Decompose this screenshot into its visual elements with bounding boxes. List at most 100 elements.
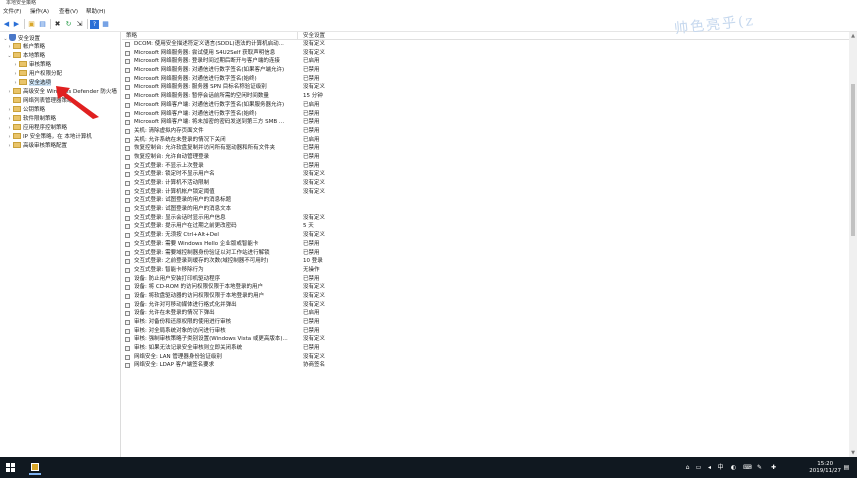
table-row[interactable]: 交互式登录: 计算机不活动限制 没有定义 bbox=[122, 179, 849, 188]
tree-item-audit-policy[interactable]: › 审核策略 bbox=[12, 61, 51, 69]
export-list-icon[interactable]: ⇲ bbox=[75, 20, 84, 29]
table-row[interactable]: 交互式登录: 计算机帐户锁定阈值 没有定义 bbox=[122, 188, 849, 197]
battery-icon[interactable]: ▭ bbox=[695, 464, 702, 471]
table-row[interactable]: Microsoft 网络服务器: 对通信进行数字签名(始终) 已禁用 bbox=[122, 75, 849, 84]
expand-icon[interactable]: › bbox=[12, 79, 19, 87]
back-arrow-icon[interactable]: ◀ bbox=[2, 20, 11, 29]
table-row[interactable]: 网络安全: LDAP 客户端签名要求 协商签名 bbox=[122, 361, 849, 370]
table-row[interactable]: Microsoft 网络服务器: 服务器 SPN 目标名称验证级别 没有定义 bbox=[122, 83, 849, 92]
table-row[interactable]: 审核: 如果无法记录安全审核则立即关闭系统 已禁用 bbox=[122, 344, 849, 353]
table-row[interactable]: 交互式登录: 无须按 Ctrl+Alt+Del 没有定义 bbox=[122, 231, 849, 240]
taskbar-app-local-security-policy[interactable] bbox=[29, 460, 41, 475]
table-row[interactable]: 交互式登录: 之前登录到缓存的次数(域控制器不可用时) 10 登录 bbox=[122, 257, 849, 266]
column-divider[interactable] bbox=[297, 32, 298, 40]
table-row[interactable]: 审核: 对备份和还原权限的使用进行审核 已禁用 bbox=[122, 318, 849, 327]
policy-name: 审核: 对备份和还原权限的使用进行审核 bbox=[134, 319, 232, 325]
table-row[interactable]: 交互式登录: 智能卡移除行为 无操作 bbox=[122, 266, 849, 275]
table-row[interactable]: Microsoft 网络服务器: 登录时间过期后断开与客户端的连接 已启用 bbox=[122, 57, 849, 66]
table-row[interactable]: 关机: 清除虚拟内存页面文件 已禁用 bbox=[122, 127, 849, 136]
collapse-icon[interactable]: ⌄ bbox=[6, 52, 13, 60]
scroll-down-icon[interactable]: ▼ bbox=[849, 450, 857, 456]
start-button[interactable] bbox=[6, 463, 16, 473]
table-row[interactable]: Microsoft 网络客户端: 对通信进行数字签名(如果服务器允许) 已启用 bbox=[122, 101, 849, 110]
expand-icon[interactable]: › bbox=[6, 142, 13, 150]
tree-item-local-policies[interactable]: ⌄ 本地策略 bbox=[6, 52, 45, 60]
table-row[interactable]: 恢复控制台: 允许自动管理登录 已禁用 bbox=[122, 153, 849, 162]
ime-icon[interactable]: 中 bbox=[717, 464, 724, 471]
language-icon[interactable]: ◐ bbox=[730, 464, 737, 471]
expand-icon[interactable]: › bbox=[6, 124, 13, 132]
tree-item-ip-security[interactable]: › IP 安全策略，在 本地计算机 bbox=[6, 133, 92, 141]
table-row[interactable]: Microsoft 网络服务器: 对通信进行数字签名(如果客户端允许) 已禁用 bbox=[122, 66, 849, 75]
volume-icon[interactable]: ◂ bbox=[706, 464, 713, 471]
tree-item-software-restriction[interactable]: › 软件限制策略 bbox=[6, 115, 56, 123]
forward-arrow-icon[interactable]: ▶ bbox=[12, 20, 21, 29]
table-row[interactable]: Microsoft 网络客户端: 将未加密的密码发送到第三方 SMB ... 已禁… bbox=[122, 118, 849, 127]
scrollbar-thumb[interactable] bbox=[851, 84, 855, 236]
table-row[interactable]: 交互式登录: 试图登录的用户的消息文本 bbox=[122, 205, 849, 214]
table-row[interactable]: 交互式登录: 需要域控制器身份验证以对工作站进行解锁 已禁用 bbox=[122, 249, 849, 258]
menu-file[interactable]: 文件(F) bbox=[3, 8, 21, 16]
expand-icon[interactable]: › bbox=[12, 70, 19, 78]
policy-icon bbox=[125, 302, 130, 308]
policy-setting: 已禁用 bbox=[303, 153, 320, 160]
keyboard-icon[interactable]: ⌨ bbox=[743, 464, 752, 471]
menu-help[interactable]: 帮助(H) bbox=[86, 8, 105, 16]
taskbar-clock[interactable]: 15:20 2019/11/27 bbox=[809, 461, 841, 475]
table-row[interactable]: 设备: 将 CD-ROM 的访问权限仅限于本地登录的用户 没有定义 bbox=[122, 283, 849, 292]
menu-view[interactable]: 查看(V) bbox=[59, 8, 78, 16]
expand-icon[interactable]: › bbox=[6, 43, 13, 51]
tree-item-account-policies[interactable]: › 帐户策略 bbox=[6, 43, 45, 51]
column-header-setting[interactable]: 安全设置 bbox=[303, 32, 325, 40]
table-row[interactable]: 设备: 防止用户安装打印机驱动程序 已禁用 bbox=[122, 275, 849, 284]
tree-item-security-options[interactable]: › 安全选项 bbox=[12, 79, 52, 87]
policy-icon bbox=[125, 102, 130, 108]
table-row[interactable]: 交互式登录: 不显示上次登录 已禁用 bbox=[122, 162, 849, 171]
table-row[interactable]: 审核: 强制审核策略子类别设置(Windows Vista 或更高版本)... 没… bbox=[122, 335, 849, 344]
table-row[interactable]: Microsoft 网络客户端: 对通信进行数字签名(始终) 已禁用 bbox=[122, 110, 849, 119]
table-row[interactable]: 交互式登录: 提示用户在过期之前更改密码 5 天 bbox=[122, 222, 849, 231]
tree-item-security-settings[interactable]: ⌄ 安全设置 bbox=[2, 34, 40, 42]
delete-icon[interactable]: ✖ bbox=[53, 20, 62, 29]
expand-icon[interactable]: › bbox=[12, 61, 19, 69]
table-row[interactable]: 交互式登录: 锁定时不显示用户名 没有定义 bbox=[122, 170, 849, 179]
table-row[interactable]: 网络安全: LAN 管理器身份验证级别 没有定义 bbox=[122, 353, 849, 362]
expand-icon[interactable]: › bbox=[6, 115, 13, 123]
tree-item-firewall[interactable]: › 高级安全 Windows Defender 防火墙 bbox=[6, 88, 117, 96]
refresh-icon[interactable]: ↻ bbox=[64, 20, 73, 29]
column-header-policy[interactable]: 策略 bbox=[126, 32, 137, 40]
policy-setting: 没有定义 bbox=[303, 180, 326, 186]
tree-item-public-key[interactable]: › 公钥策略 bbox=[6, 106, 45, 114]
table-row[interactable]: 交互式登录: 需要 Windows Hello 企业版或智能卡 已禁用 bbox=[122, 240, 849, 249]
tree-item-network-list[interactable]: 网络列表管理器策略 bbox=[6, 97, 73, 105]
table-row[interactable]: 关机: 允许系统在未登录的情况下关闭 已启用 bbox=[122, 136, 849, 145]
help-icon[interactable]: ? bbox=[90, 20, 99, 29]
show-hide-tree-icon[interactable]: ▤ bbox=[38, 20, 47, 29]
tree-item-user-rights[interactable]: › 用户权限分配 bbox=[12, 70, 62, 78]
table-row[interactable]: 交互式登录: 试图登录的用户的消息标题 bbox=[122, 196, 849, 205]
properties-icon[interactable]: ▦ bbox=[101, 20, 110, 29]
policy-setting: 没有定义 bbox=[303, 301, 326, 308]
input-icon[interactable]: ✎ bbox=[756, 464, 763, 471]
expand-icon[interactable]: › bbox=[6, 88, 13, 96]
policy-name: 交互式登录: 试图登录的用户的消息标题 bbox=[134, 197, 232, 204]
scroll-up-icon[interactable]: ▲ bbox=[849, 33, 857, 39]
menu-action[interactable]: 操作(A) bbox=[30, 8, 49, 16]
tree-item-advanced-audit[interactable]: › 高级审核策略配置 bbox=[6, 142, 67, 150]
collapse-icon[interactable]: ⌄ bbox=[2, 35, 9, 43]
table-row[interactable]: 设备: 允许对可移动媒体进行格式化并弹出 没有定义 bbox=[122, 301, 849, 310]
expand-icon[interactable]: › bbox=[6, 133, 13, 141]
vertical-scrollbar[interactable]: ▲ ▼ bbox=[849, 32, 857, 457]
table-row[interactable]: 设备: 允许在未登录的情况下弹出 已启用 bbox=[122, 309, 849, 318]
table-row[interactable]: 审核: 对全局系统对象的访问进行审核 已禁用 bbox=[122, 327, 849, 336]
expand-icon[interactable]: › bbox=[6, 106, 13, 114]
table-row[interactable]: 交互式登录: 显示会话时显示用户信息 没有定义 bbox=[122, 214, 849, 223]
notification-icon[interactable]: ▤ bbox=[843, 464, 850, 471]
settings-icon[interactable]: ✚ bbox=[770, 464, 777, 471]
table-row[interactable]: Microsoft 网络服务器: 暂停会话前所需的空闲时间数量 15 分钟 bbox=[122, 92, 849, 101]
network-icon[interactable]: ⌂ bbox=[684, 464, 691, 471]
up-folder-icon[interactable]: ▣ bbox=[27, 20, 36, 29]
table-row[interactable]: 恢复控制台: 允许软盘复制并访问所有驱动器和所有文件夹 已禁用 bbox=[122, 144, 849, 153]
table-row[interactable]: 设备: 将软盘驱动器的访问权限仅限于本地登录的用户 没有定义 bbox=[122, 292, 849, 301]
tree-item-app-control[interactable]: › 应用程序控制策略 bbox=[6, 124, 67, 132]
